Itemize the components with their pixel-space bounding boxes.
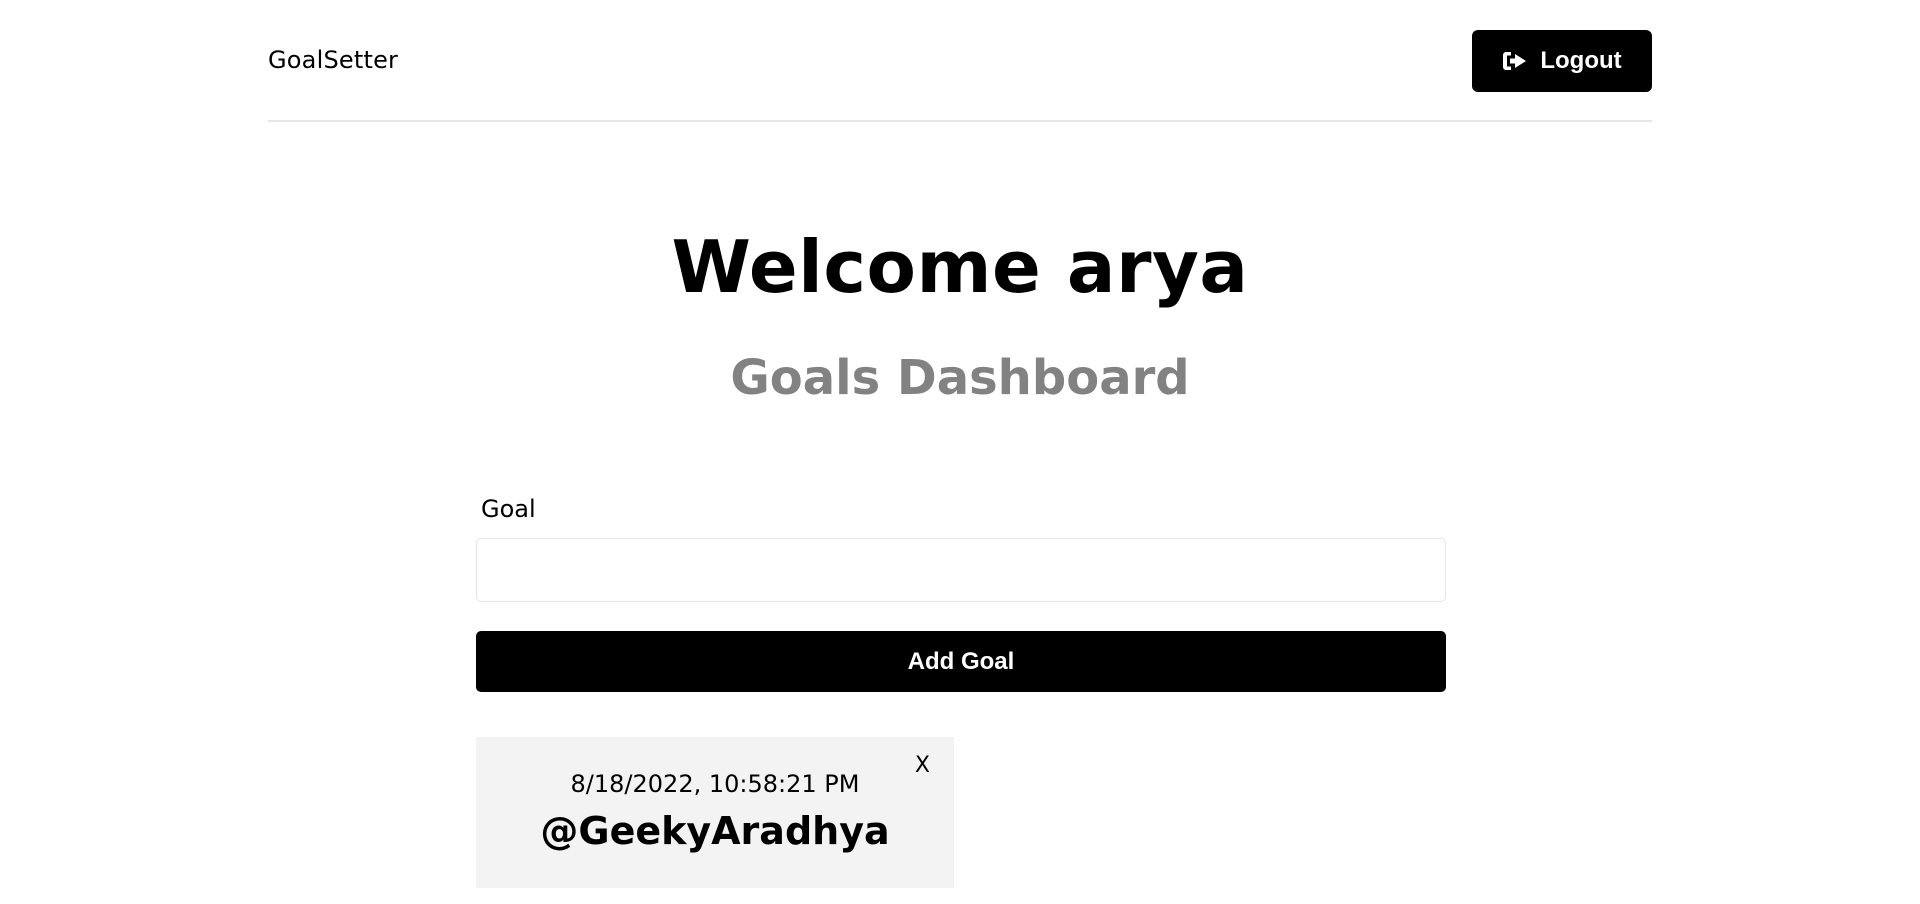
goal-input[interactable] [476, 538, 1446, 602]
heading-section: Welcome arya Goals Dashboard [268, 222, 1652, 406]
goals-list: 8/18/2022, 10:58:21 PM @GeekyAradhya X [476, 737, 954, 888]
top-header: GoalSetter Logout [268, 0, 1652, 122]
goal-form: Goal Add Goal [476, 494, 1446, 692]
app-logo[interactable]: GoalSetter [268, 46, 398, 74]
dashboard-subtitle: Goals Dashboard [730, 350, 1190, 406]
goal-date: 8/18/2022, 10:58:21 PM [570, 770, 860, 798]
goal-text: @GeekyAradhya [540, 809, 890, 853]
delete-goal-button[interactable]: X [911, 749, 934, 782]
welcome-heading: Welcome arya [671, 225, 1249, 309]
goal-card: 8/18/2022, 10:58:21 PM @GeekyAradhya X [476, 737, 954, 888]
add-goal-button[interactable]: Add Goal [476, 631, 1446, 692]
goal-label: Goal [481, 495, 536, 523]
logout-button[interactable]: Logout [1472, 30, 1652, 92]
sign-out-icon [1502, 50, 1528, 72]
page: GoalSetter Logout Welcome arya Goals Das… [268, 0, 1652, 904]
logout-label: Logout [1540, 47, 1622, 74]
